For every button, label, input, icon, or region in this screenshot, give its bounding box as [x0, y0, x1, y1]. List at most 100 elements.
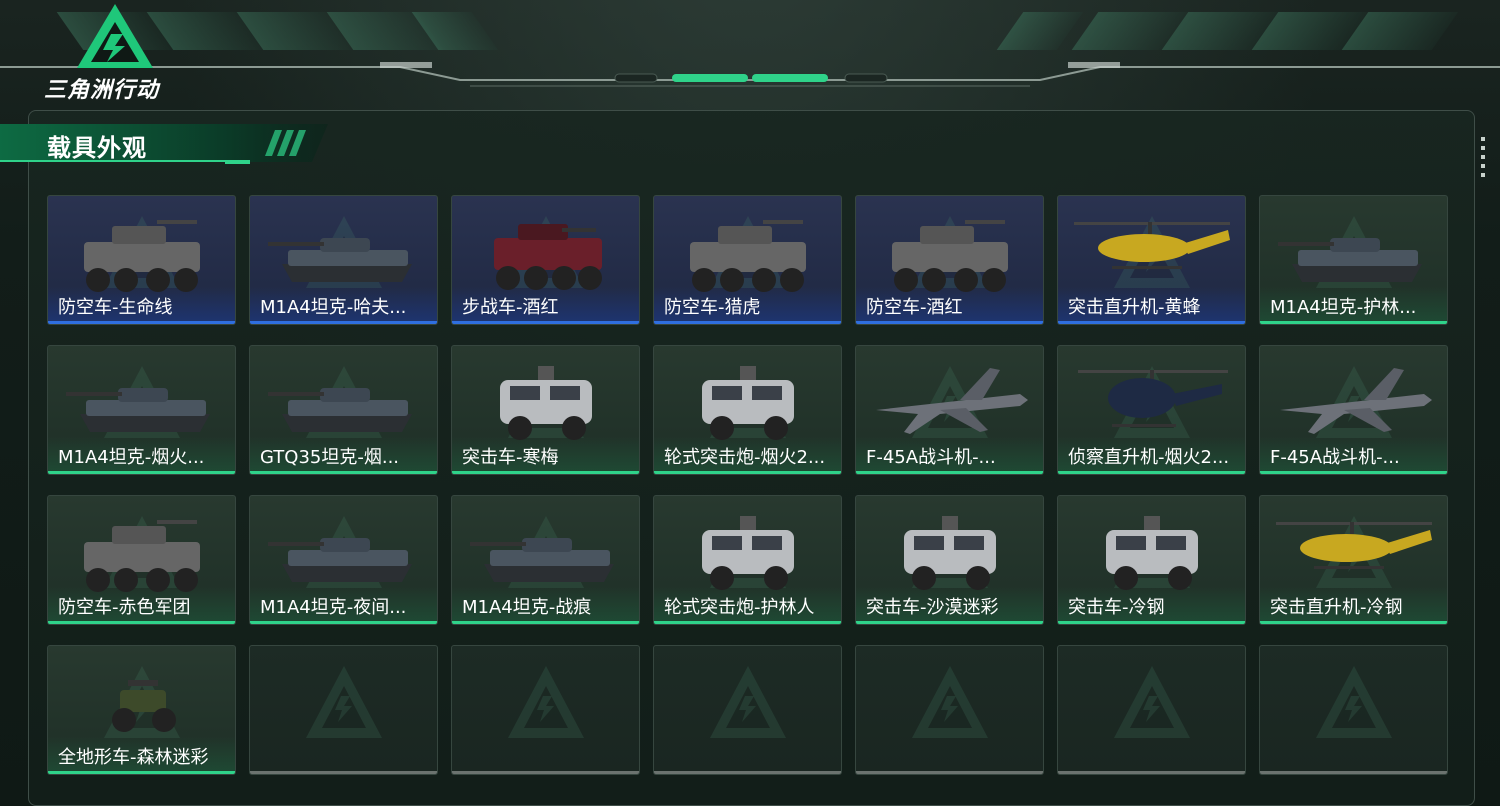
skin-card[interactable]: 全地形车-森林迷彩	[47, 645, 236, 775]
vehicle-skin-grid: 防空车-生命线 M1A4坦克-哈夫... 步战车-酒红 防空车-猎虎 防空车-酒红 突击直…	[47, 195, 1450, 775]
watermark-logo-icon	[508, 666, 584, 738]
skin-card[interactable]: 步战车-酒红	[451, 195, 640, 325]
wheeled-aa-vehicle-icon	[892, 220, 1008, 292]
skin-card-label: M1A4坦克-护林...	[1270, 297, 1417, 318]
watermark-logo-icon	[306, 666, 382, 738]
watermark-logo-icon	[912, 666, 988, 738]
empty-skin-slot[interactable]	[653, 645, 842, 775]
rarity-bar	[452, 321, 639, 324]
skin-card[interactable]: M1A4坦克-护林...	[1259, 195, 1448, 325]
skin-card[interactable]: 防空车-赤色军团	[47, 495, 236, 625]
skin-card-label: 突击直升机-冷钢	[1270, 597, 1403, 618]
skin-card[interactable]: 侦察直升机-烟火2...	[1057, 345, 1246, 475]
tank-icon	[66, 388, 210, 432]
fighter-jet-icon	[1280, 368, 1432, 434]
skin-card[interactable]: 防空车-生命线	[47, 195, 236, 325]
skin-card[interactable]: 突击车-冷钢	[1057, 495, 1246, 625]
empty-skin-slot[interactable]	[1057, 645, 1246, 775]
skin-card-label: M1A4坦克-夜间...	[260, 597, 407, 618]
armored-car-icon	[702, 366, 794, 440]
skin-card[interactable]: 轮式突击炮-护林人	[653, 495, 842, 625]
skin-card-label: 防空车-生命线	[58, 297, 173, 318]
skin-card[interactable]: GTQ35坦克-烟...	[249, 345, 438, 475]
game-title: 三角洲行动	[44, 78, 160, 103]
empty-skin-slot[interactable]	[249, 645, 438, 775]
rarity-bar	[654, 321, 841, 324]
armored-car-icon	[500, 366, 592, 440]
skin-card-label: 防空车-猎虎	[664, 297, 761, 318]
skin-card[interactable]: 突击直升机-冷钢	[1259, 495, 1448, 625]
empty-skin-slot[interactable]	[855, 645, 1044, 775]
attack-helicopter-icon	[1276, 522, 1432, 569]
rarity-bar	[856, 471, 1043, 474]
skin-card[interactable]: 突击直升机-黄蜂	[1057, 195, 1246, 325]
skin-card-label: F-45A战斗机-...	[866, 447, 996, 468]
skin-card-label: 防空车-赤色军团	[58, 597, 191, 618]
scroll-indicator[interactable]	[1481, 137, 1485, 181]
skin-card[interactable]: 防空车-猎虎	[653, 195, 842, 325]
rarity-bar	[48, 321, 235, 324]
rarity-bar	[1260, 771, 1447, 774]
empty-skin-slot[interactable]	[451, 645, 640, 775]
rarity-bar	[654, 471, 841, 474]
skin-card-label: F-45A战斗机-...	[1270, 447, 1400, 468]
skin-card-label: GTQ35坦克-烟...	[260, 447, 400, 468]
skin-card[interactable]: M1A4坦克-夜间...	[249, 495, 438, 625]
watermark-logo-icon	[710, 666, 786, 738]
skin-card[interactable]: 突击车-寒梅	[451, 345, 640, 475]
watermark-logo-icon	[1316, 666, 1392, 738]
rarity-bar	[452, 471, 639, 474]
armored-car-icon	[702, 516, 794, 590]
wheeled-aa-vehicle-icon	[84, 220, 200, 292]
skin-card-label: 突击车-寒梅	[462, 447, 559, 468]
rarity-bar	[856, 621, 1043, 624]
rarity-bar	[654, 621, 841, 624]
tank-icon	[268, 538, 412, 582]
skin-card[interactable]: F-45A战斗机-...	[1259, 345, 1448, 475]
skin-card-label: 轮式突击炮-护林人	[664, 597, 815, 618]
rarity-bar	[654, 771, 841, 774]
skin-card-label: 突击直升机-黄蜂	[1068, 297, 1201, 318]
skin-card[interactable]: M1A4坦克-战痕	[451, 495, 640, 625]
skin-card-label: 轮式突击炮-烟火2...	[664, 447, 826, 468]
rarity-bar	[250, 321, 437, 324]
watermark-logo-icon	[1114, 666, 1190, 738]
header-frame	[0, 62, 1500, 87]
skin-card[interactable]: 突击车-沙漠迷彩	[855, 495, 1044, 625]
skin-card-label: 突击车-冷钢	[1068, 597, 1165, 618]
skin-card[interactable]: 轮式突击炮-烟火2...	[653, 345, 842, 475]
section-title: 载具外观	[47, 134, 147, 162]
rarity-bar	[1058, 321, 1245, 324]
atv-icon	[112, 680, 176, 732]
tank-icon	[1278, 238, 1422, 282]
skin-card[interactable]: 防空车-酒红	[855, 195, 1044, 325]
wheeled-aa-vehicle-icon	[84, 520, 200, 592]
wheeled-ifv-icon	[494, 224, 602, 290]
armored-car-icon	[904, 516, 996, 590]
fighter-jet-icon	[876, 368, 1028, 434]
rarity-bar	[452, 621, 639, 624]
tank-icon	[470, 538, 614, 582]
skin-card[interactable]: F-45A战斗机-...	[855, 345, 1044, 475]
armored-car-icon	[1106, 516, 1198, 590]
rarity-bar	[452, 771, 639, 774]
skin-card-label: M1A4坦克-哈夫...	[260, 297, 407, 318]
rarity-bar	[48, 471, 235, 474]
skin-card-label: 步战车-酒红	[462, 297, 559, 318]
rarity-bar	[250, 471, 437, 474]
rarity-bar	[1058, 771, 1245, 774]
rarity-bar	[1058, 471, 1245, 474]
rarity-bar	[250, 771, 437, 774]
rarity-bar	[1260, 471, 1447, 474]
skin-card-label: M1A4坦克-战痕	[462, 597, 592, 618]
rarity-bar	[1260, 621, 1447, 624]
skin-card-label: 防空车-酒红	[866, 297, 963, 318]
skin-card-label: M1A4坦克-烟火...	[58, 447, 205, 468]
skin-card[interactable]: M1A4坦克-哈夫...	[249, 195, 438, 325]
empty-skin-slot[interactable]	[1259, 645, 1448, 775]
tank-icon	[268, 388, 412, 432]
rarity-bar	[48, 621, 235, 624]
skin-card[interactable]: M1A4坦克-烟火...	[47, 345, 236, 475]
skin-card-label: 侦察直升机-烟火2...	[1068, 447, 1230, 468]
rarity-bar	[1260, 321, 1447, 324]
